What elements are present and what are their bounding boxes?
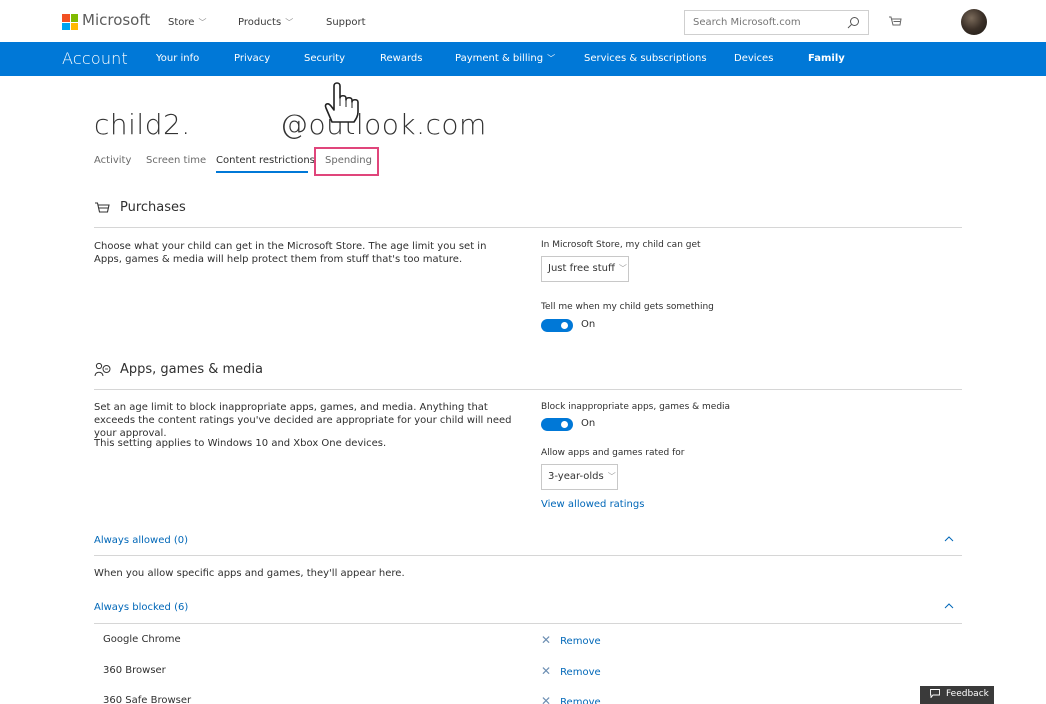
divider bbox=[94, 623, 962, 624]
cart-icon bbox=[94, 201, 110, 220]
nav-support-label: Support bbox=[326, 17, 366, 28]
close-icon: ✕ bbox=[541, 633, 552, 647]
comment-icon bbox=[930, 689, 940, 701]
child-email: @outlook.com bbox=[280, 108, 487, 141]
account-nav-family[interactable]: Family bbox=[808, 53, 845, 64]
nav-products-label: Products bbox=[238, 17, 282, 28]
remove-label: Remove bbox=[560, 667, 601, 678]
hand-pointer-icon bbox=[318, 78, 372, 127]
search-box bbox=[684, 10, 869, 35]
notify-toggle-state: On bbox=[581, 319, 596, 330]
chevron-down-icon: ﹀ bbox=[607, 472, 616, 481]
avatar[interactable] bbox=[961, 9, 987, 35]
age-rating-dropdown[interactable]: 3-year-olds ﹀ bbox=[541, 464, 618, 490]
account-nav-services-subscriptions[interactable]: Services & subscriptions bbox=[584, 53, 707, 64]
block-apps-toggle-state: On bbox=[581, 418, 596, 429]
family-apps-icon bbox=[94, 362, 112, 382]
apps-description: Set an age limit to block inappropriate … bbox=[94, 402, 512, 439]
remove-button[interactable]: ✕ Remove bbox=[541, 633, 601, 647]
active-tab-indicator bbox=[216, 171, 308, 173]
divider bbox=[94, 389, 962, 390]
store-limit-value: Just free stuff bbox=[548, 263, 615, 274]
brand-name[interactable]: Microsoft bbox=[82, 11, 150, 29]
child-name: child2. bbox=[94, 108, 191, 141]
chevron-up-icon[interactable] bbox=[943, 601, 955, 614]
apps-heading-text: Apps, games & media bbox=[120, 362, 263, 377]
nav-support[interactable]: Support bbox=[326, 17, 366, 28]
always-blocked-header[interactable]: Always blocked (6) bbox=[94, 602, 188, 613]
list-item: 360 Safe Browser bbox=[103, 695, 192, 704]
search-icon[interactable] bbox=[847, 16, 860, 32]
close-icon: ✕ bbox=[541, 694, 552, 704]
microsoft-logo-icon[interactable] bbox=[62, 14, 78, 30]
cart-icon[interactable] bbox=[888, 15, 902, 32]
nav-store[interactable]: Store ﹀ bbox=[168, 17, 206, 28]
account-nav-security[interactable]: Security bbox=[304, 53, 345, 64]
close-icon: ✕ bbox=[541, 664, 552, 678]
account-nav-rewards[interactable]: Rewards bbox=[380, 53, 422, 64]
remove-button[interactable]: ✕ Remove bbox=[541, 694, 601, 704]
account-nav-devices[interactable]: Devices bbox=[734, 53, 773, 64]
account-nav-payment-billing[interactable]: Payment & billing ﹀ bbox=[455, 53, 555, 64]
chevron-up-icon[interactable] bbox=[943, 534, 955, 547]
remove-button[interactable]: ✕ Remove bbox=[541, 664, 601, 678]
chevron-down-icon: ﹀ bbox=[285, 18, 294, 27]
nav-store-label: Store bbox=[168, 17, 195, 28]
notify-label: Tell me when my child gets something bbox=[541, 302, 714, 312]
notify-toggle[interactable] bbox=[541, 319, 573, 332]
tab-screen-time[interactable]: Screen time bbox=[146, 155, 206, 166]
store-limit-label: In Microsoft Store, my child can get bbox=[541, 240, 701, 250]
divider bbox=[94, 555, 962, 556]
feedback-button[interactable]: Feedback bbox=[920, 686, 994, 704]
tab-activity[interactable]: Activity bbox=[94, 155, 131, 166]
account-nav-privacy[interactable]: Privacy bbox=[234, 53, 270, 64]
account-nav-bar: Account Your info Privacy Security Rewar… bbox=[0, 42, 1046, 76]
search-input[interactable] bbox=[685, 11, 835, 34]
remove-label: Remove bbox=[560, 636, 601, 647]
store-limit-dropdown[interactable]: Just free stuff ﹀ bbox=[541, 256, 629, 282]
divider bbox=[94, 227, 962, 228]
top-header: Microsoft Store ﹀ Products ﹀ Support bbox=[0, 0, 1046, 42]
account-nav-payment-billing-label: Payment & billing bbox=[455, 53, 544, 64]
nav-products[interactable]: Products ﹀ bbox=[238, 17, 293, 28]
always-allowed-header[interactable]: Always allowed (0) bbox=[94, 535, 188, 546]
list-item: Google Chrome bbox=[103, 634, 181, 645]
tab-content-restrictions[interactable]: Content restrictions bbox=[216, 155, 315, 166]
spending-highlight-box bbox=[314, 147, 379, 176]
purchases-description: Choose what your child can get in the Mi… bbox=[94, 241, 487, 265]
remove-label: Remove bbox=[560, 697, 601, 704]
chevron-down-icon: ﹀ bbox=[198, 18, 207, 27]
feedback-label: Feedback bbox=[946, 689, 989, 699]
block-apps-label: Block inappropriate apps, games & media bbox=[541, 402, 731, 412]
account-title[interactable]: Account bbox=[62, 49, 128, 68]
apps-device-note: This setting applies to Windows 10 and X… bbox=[94, 438, 387, 449]
list-item: 360 Browser bbox=[103, 665, 166, 676]
purchases-heading-text: Purchases bbox=[120, 200, 186, 215]
chevron-down-icon: ﹀ bbox=[618, 264, 627, 273]
account-nav-your-info[interactable]: Your info bbox=[156, 53, 199, 64]
block-apps-toggle[interactable] bbox=[541, 418, 573, 431]
always-allowed-empty-text: When you allow specific apps and games, … bbox=[94, 568, 405, 579]
age-rating-label: Allow apps and games rated for bbox=[541, 448, 685, 458]
view-allowed-ratings-link[interactable]: View allowed ratings bbox=[541, 499, 644, 510]
chevron-down-icon: ﹀ bbox=[547, 54, 556, 63]
age-rating-value: 3-year-olds bbox=[548, 471, 604, 482]
